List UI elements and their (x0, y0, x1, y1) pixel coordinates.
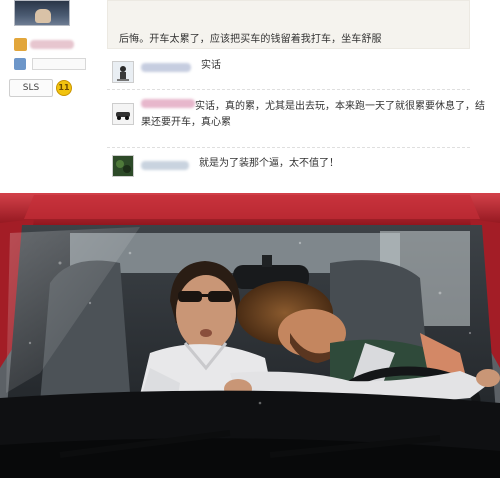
reply-avatar-icon[interactable] (112, 155, 134, 177)
reply-item: 实话，真的累，尤其是出去玩，本来跑一天了就很累要休息了，结 果还要开车，真心累 (107, 92, 485, 144)
reply-text: 就是为了装那个逼，太不值了！ (199, 158, 339, 169)
avatar-hand-shape (35, 9, 51, 23)
reply-text-line2: 果还要开车，真心累 (141, 117, 231, 128)
reply-text-line1: 实话，真的累，尤其是出去玩，本来跑一天了就很累要休息了，结 (195, 101, 485, 112)
medal-badge-icon: 11 (56, 80, 72, 96)
user-info-panel: SLS 11 (0, 0, 100, 193)
reply-avatar-icon[interactable] (112, 61, 134, 83)
post-text: 后悔。开车太累了，应该把买车的钱留着我打车，坐车舒服 (119, 34, 382, 45)
reply-username-blurred (141, 99, 195, 108)
reply-divider (107, 89, 470, 91)
reply-list: 实话 实话，真的累，尤其是出去玩，本来跑一天了就很累要休息了，结 果还要开车，真… (107, 56, 485, 188)
screenshot-root: SLS 11 后悔。开车太累了，应该把买车的钱留着我打车，坐车舒服 实话 实话，… (0, 0, 500, 478)
reply-text: 实话 (201, 60, 221, 71)
medal-label[interactable]: SLS (9, 79, 53, 97)
user-rank (14, 38, 74, 52)
reply-username-blurred (141, 161, 189, 170)
reply-item: 实话 (107, 56, 470, 90)
post-content: 后悔。开车太累了，应该把买车的钱留着我打车，坐车舒服 (107, 0, 470, 49)
user-sub-info (14, 58, 86, 72)
user-avatar-icon[interactable] (14, 0, 70, 26)
forum-thread: SLS 11 后悔。开车太累了，应该把买车的钱留着我打车，坐车舒服 实话 实话，… (0, 0, 500, 193)
user-group-icon (14, 58, 26, 70)
reply-divider (107, 147, 470, 149)
post-main: 后悔。开车太累了，应该把买车的钱留着我打车，坐车舒服 实话 实话，真的累，尤其是… (100, 0, 500, 193)
embedded-photo (0, 193, 500, 478)
blurred-username (30, 40, 74, 49)
reply-item: 就是为了装那个逼，太不值了！ (107, 150, 470, 188)
car-photo-illustration (0, 193, 500, 478)
user-group-box (32, 58, 86, 70)
medal-row: SLS 11 (9, 79, 77, 99)
reply-username-blurred (141, 63, 191, 72)
reply-avatar-icon[interactable] (112, 103, 134, 125)
rank-icon (14, 38, 27, 51)
